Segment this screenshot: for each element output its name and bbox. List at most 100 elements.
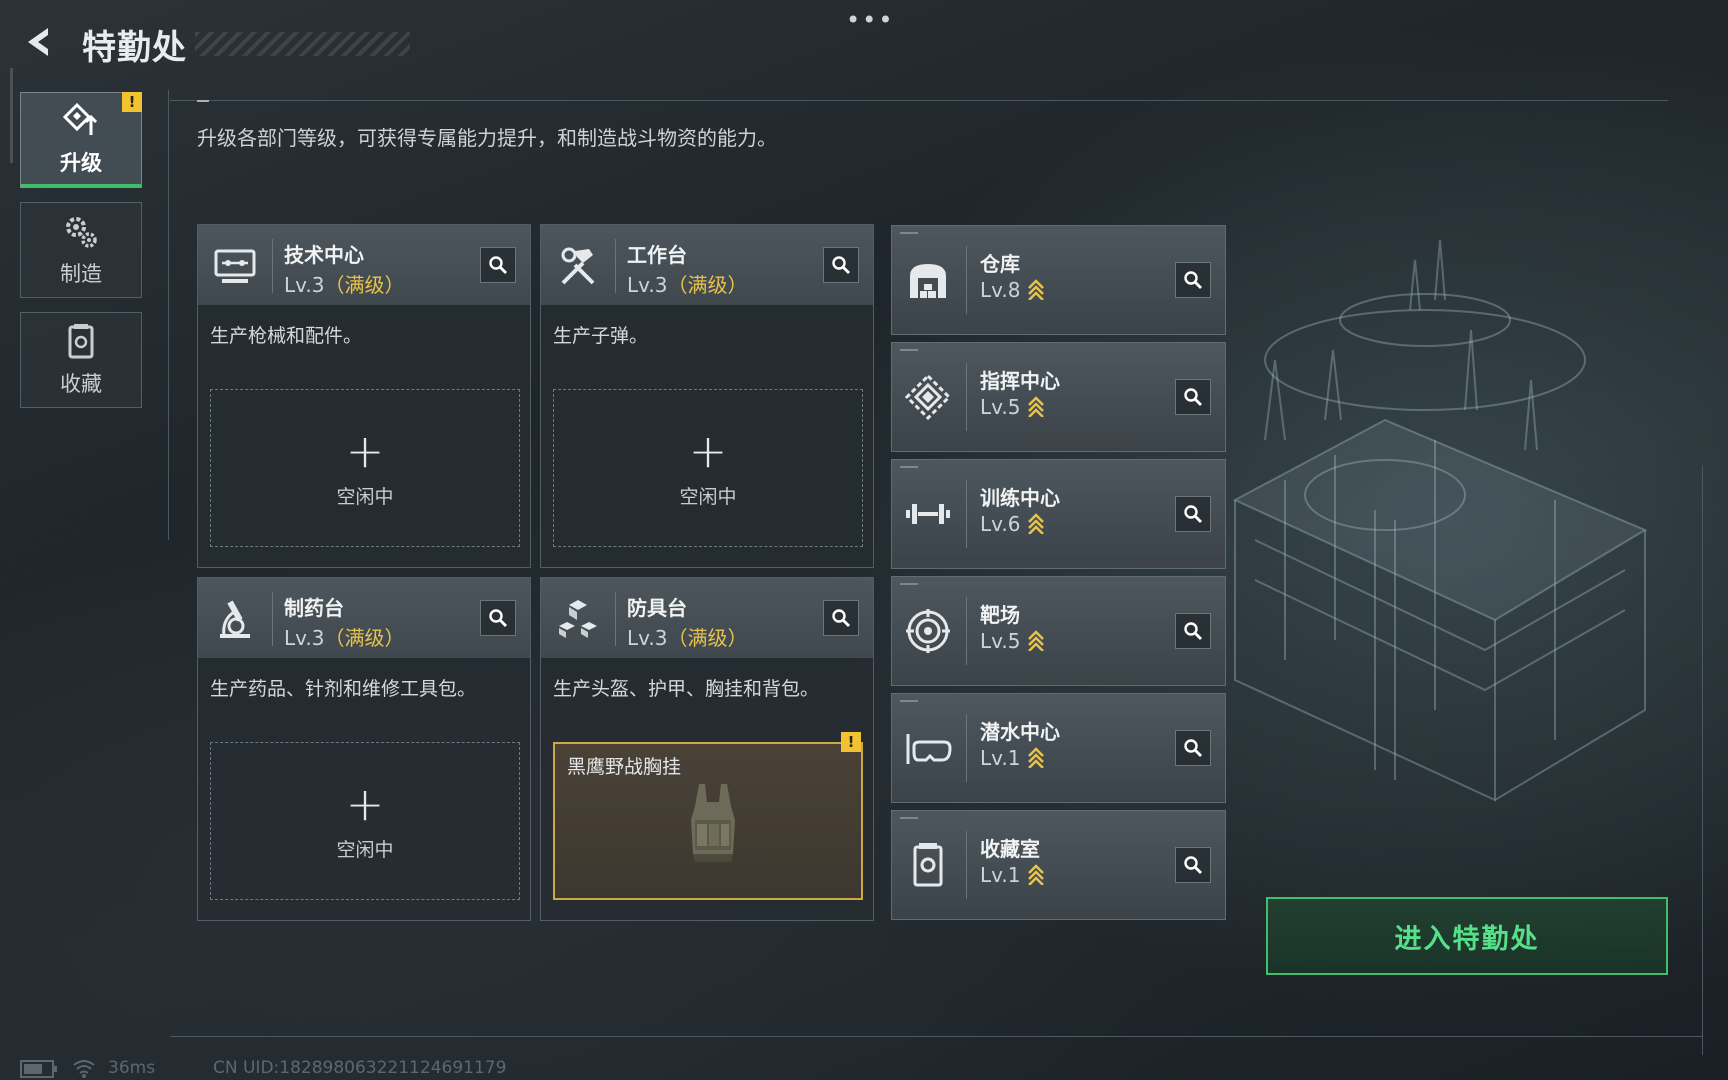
chest-rig-image: [691, 784, 735, 862]
enter-special-ops-button[interactable]: 进入特勤处: [1266, 897, 1668, 975]
header-separator: [966, 480, 967, 548]
frame-top-line: [170, 100, 1668, 101]
max-level-label: （满级）: [324, 273, 405, 297]
search-icon: [832, 609, 850, 627]
corner-mark: [900, 232, 918, 234]
search-button[interactable]: [823, 247, 859, 283]
upgrade-chevron-icon: [1027, 279, 1044, 300]
plus-icon: +: [688, 423, 728, 478]
search-button[interactable]: [1175, 262, 1211, 298]
slot-status: 空闲中: [679, 485, 737, 508]
header-separator: [966, 597, 967, 665]
nav-tab-collection-label: 收藏: [60, 372, 102, 396]
slot-status: 空闲中: [336, 838, 394, 861]
level-value: Lv.3: [284, 626, 325, 650]
corner-mark: [900, 700, 918, 702]
level-value: Lv.1: [980, 746, 1021, 770]
search-button[interactable]: [1175, 379, 1211, 415]
facility-level: Lv.1: [980, 863, 1045, 887]
header-separator: [966, 246, 967, 314]
header-separator: [966, 714, 967, 782]
frame-mark: [197, 100, 209, 102]
nav-tab-upgrade[interactable]: 升级 !: [20, 92, 142, 188]
facility-level: Lv.5: [980, 395, 1045, 419]
facility-name: 收藏室: [980, 837, 1040, 861]
collection-icon: [68, 324, 94, 359]
level-value: Lv.3: [284, 273, 325, 297]
facility-card-training-center[interactable]: 训练中心 Lv.6: [891, 459, 1226, 569]
card-header: 制药台 Lv.3（满级）: [198, 578, 530, 658]
facility-blueprint-illustration: [1232, 240, 1648, 802]
corner-mark: [900, 466, 918, 468]
level-value: Lv.6: [980, 512, 1021, 536]
search-button[interactable]: [1175, 730, 1211, 766]
level-value: Lv.1: [980, 863, 1021, 887]
facility-card-diving-center[interactable]: 潜水中心 Lv.1: [891, 693, 1226, 803]
facility-level: Lv.8: [980, 278, 1045, 302]
collection-icon: [913, 843, 943, 887]
facility-card-workbench: 工作台 Lv.3（满级） 生产子弹。 + 空闲中: [540, 224, 874, 568]
facility-name: 技术中心: [284, 243, 364, 267]
header-separator: [615, 592, 616, 646]
search-icon: [1184, 388, 1202, 406]
level-value: Lv.5: [980, 395, 1021, 419]
facility-card-shooting-range[interactable]: 靶场 Lv.5: [891, 576, 1226, 686]
level-value: Lv.3: [627, 626, 668, 650]
nav-tab-collection[interactable]: 收藏: [20, 312, 142, 408]
facility-level: Lv.3（满级）: [284, 622, 405, 651]
header-separator: [272, 239, 273, 293]
facility-name: 训练中心: [980, 486, 1060, 510]
user-uid: CN UID:182898063221124691179: [213, 1058, 507, 1078]
search-button[interactable]: [823, 600, 859, 636]
search-button[interactable]: [1175, 613, 1211, 649]
nav-tab-craft[interactable]: 制造: [20, 202, 142, 298]
back-arrow-icon[interactable]: [18, 22, 58, 62]
production-slot[interactable]: + 空闲中: [210, 389, 520, 547]
wifi-icon: [73, 1060, 95, 1078]
gears-icon: [66, 217, 97, 248]
target-icon: [906, 609, 950, 653]
search-button[interactable]: [480, 600, 516, 636]
facility-level: Lv.3（满级）: [627, 269, 748, 298]
plus-icon: +: [345, 423, 385, 478]
corner-mark: [900, 817, 918, 819]
facility-card-warehouse[interactable]: 仓库 Lv.8: [891, 225, 1226, 335]
slot-status: 空闲中: [336, 485, 394, 508]
facility-card-command-center[interactable]: 指挥中心 Lv.5: [891, 342, 1226, 452]
search-button[interactable]: [1175, 496, 1211, 532]
upgrade-chevron-icon: [1027, 747, 1044, 768]
production-slot-active[interactable]: 黑鹰野战胸挂 !: [553, 732, 863, 900]
corner-mark: [900, 349, 918, 351]
facility-name: 工作台: [627, 243, 687, 267]
nav-tab-upgrade-label: 升级: [60, 150, 102, 175]
search-icon: [1184, 505, 1202, 523]
search-icon: [489, 609, 507, 627]
search-button[interactable]: [1175, 847, 1211, 883]
cubes-icon: [559, 600, 597, 638]
upgrade-chevron-icon: [1027, 396, 1044, 417]
warehouse-icon: [910, 264, 946, 298]
facility-card-armor-bench: 防具台 Lv.3（满级） 生产头盔、护甲、胸挂和背包。 黑鹰野战胸挂 !: [540, 577, 874, 921]
corner-mark: [900, 583, 918, 585]
card-header: 工作台 Lv.3（满级）: [541, 225, 873, 305]
item-name: 黑鹰野战胸挂: [567, 756, 682, 778]
facility-level: Lv.3（满级）: [284, 269, 405, 298]
max-level-label: （满级）: [667, 626, 748, 650]
frame-left-line: [168, 90, 169, 540]
facility-name: 制药台: [284, 596, 344, 620]
facility-card-collection-room[interactable]: 收藏室 Lv.1: [891, 810, 1226, 920]
microscope-icon: [220, 600, 250, 638]
facility-level: Lv.3（满级）: [627, 622, 748, 651]
upgrade-chevron-icon: [1027, 513, 1044, 534]
page-subtitle: 升级各部门等级，可获得专属能力提升，和制造战斗物资的能力。: [197, 126, 777, 150]
production-slot[interactable]: + 空闲中: [210, 742, 520, 900]
search-icon: [832, 256, 850, 274]
facility-level: Lv.6: [980, 512, 1045, 536]
search-button[interactable]: [480, 247, 516, 283]
production-slot[interactable]: + 空闲中: [553, 389, 863, 547]
battery-icon: [20, 1060, 57, 1078]
more-options-icon[interactable]: •••: [846, 6, 894, 34]
facility-name: 靶场: [980, 603, 1020, 627]
facility-description: 生产枪械和配件。: [210, 325, 363, 347]
max-level-label: （满级）: [324, 626, 405, 650]
